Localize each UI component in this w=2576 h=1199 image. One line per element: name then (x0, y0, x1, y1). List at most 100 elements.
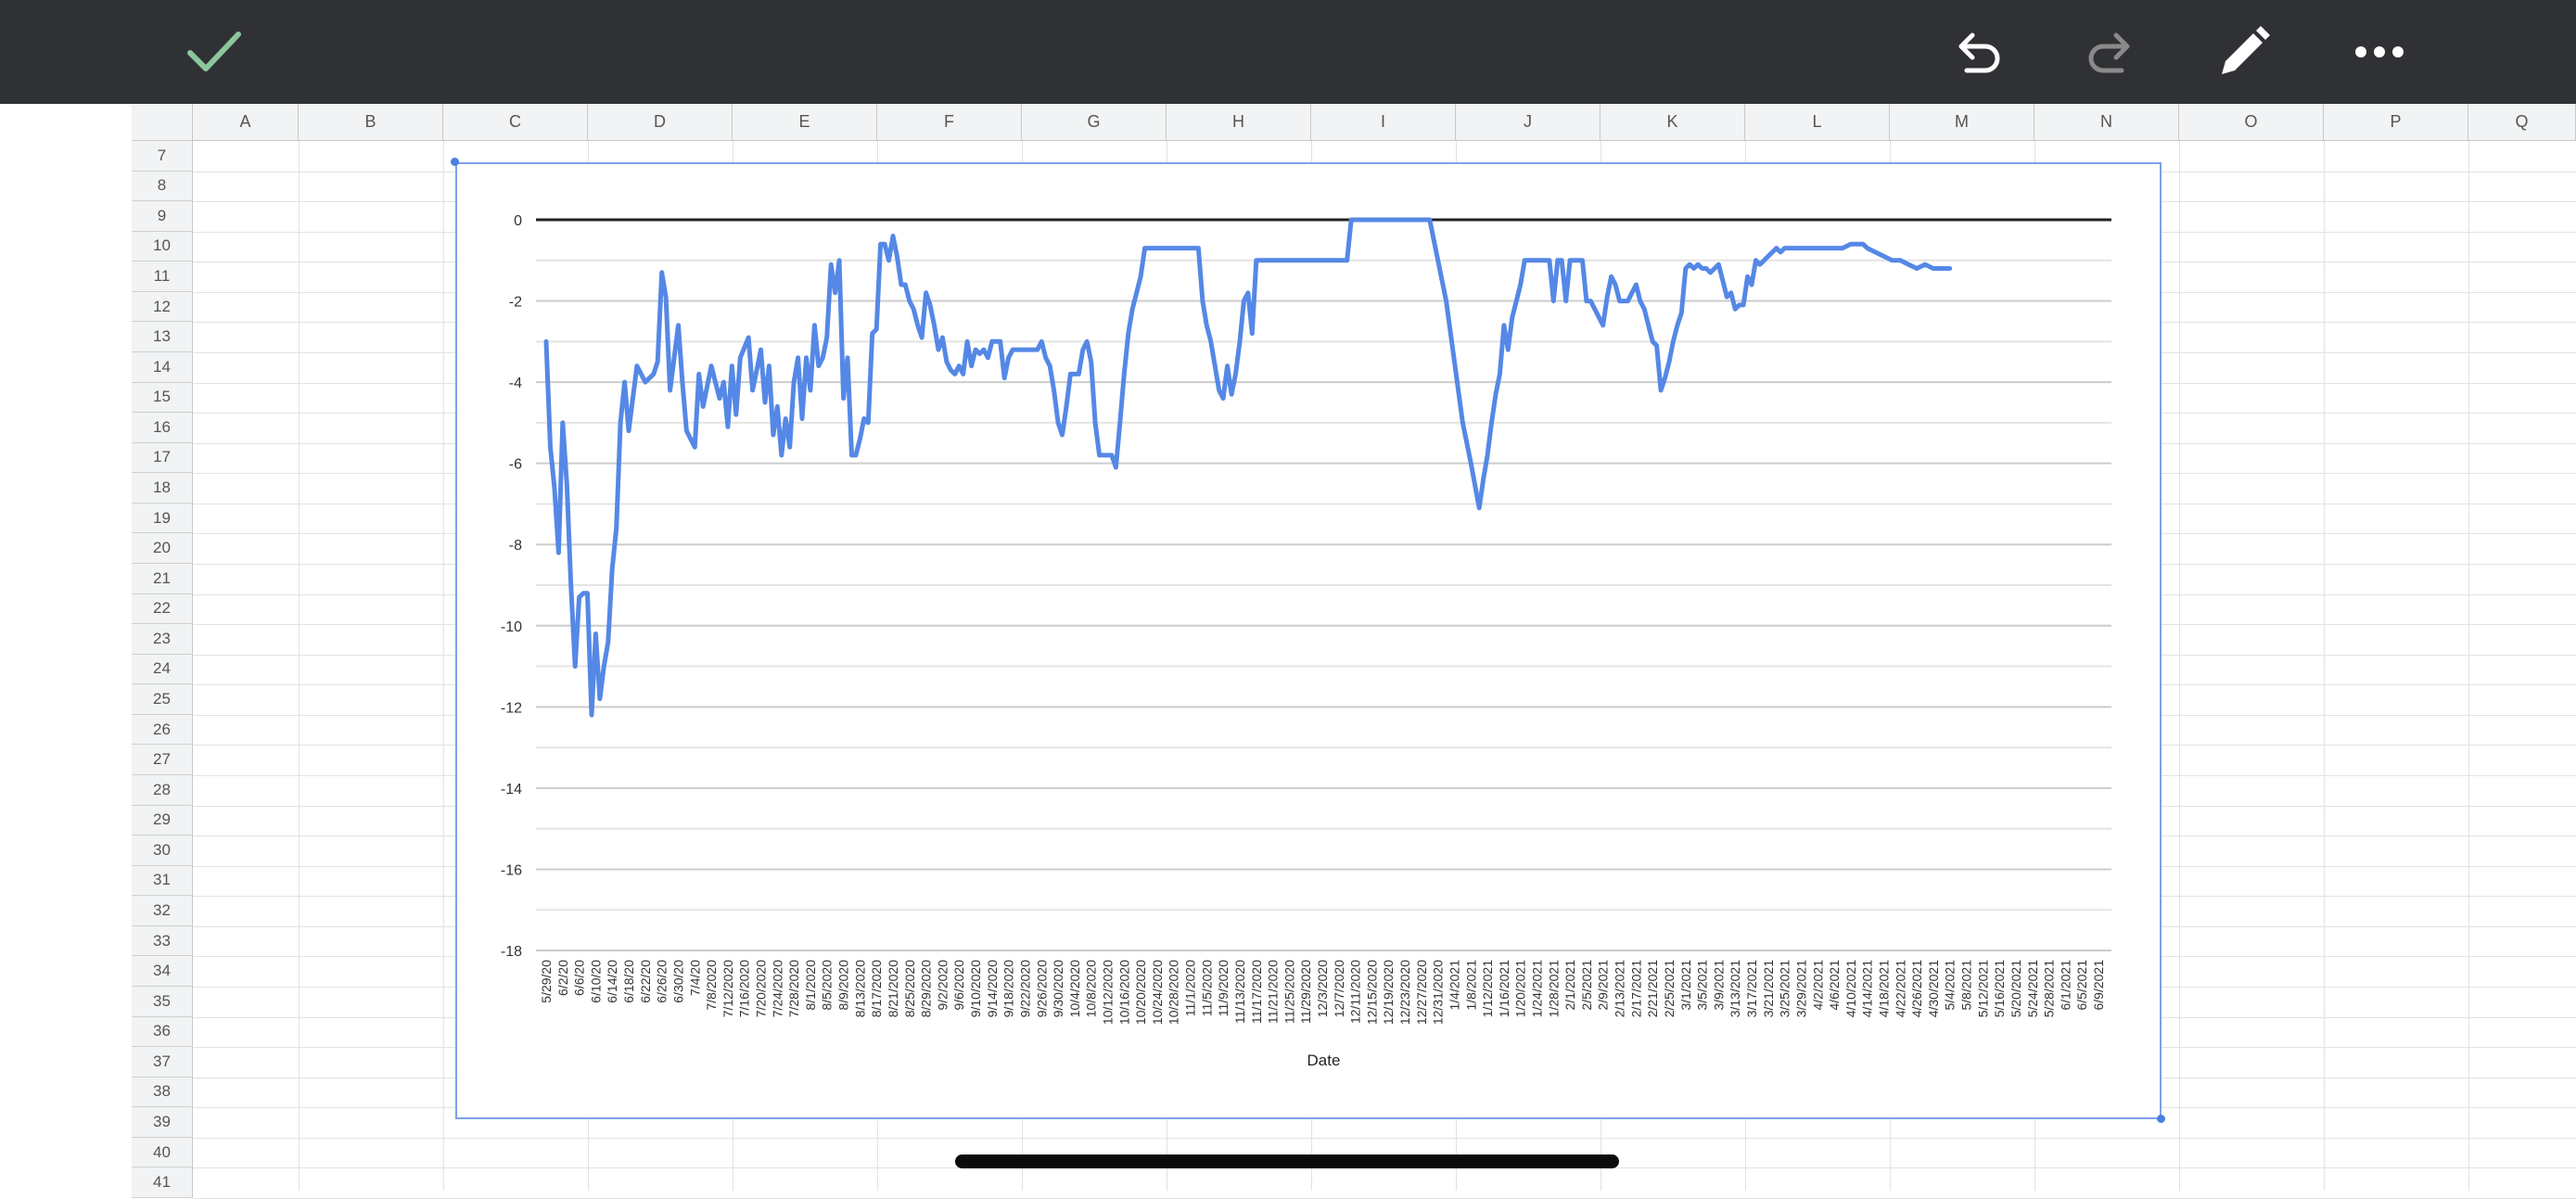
y-tick-label: -2 (509, 295, 522, 311)
row-header-21[interactable]: 21 (132, 563, 193, 594)
row-header-19[interactable]: 19 (132, 503, 193, 534)
x-tick-label: 11/29/2020 (1298, 960, 1313, 1024)
resize-handle-top-left[interactable] (451, 158, 459, 166)
row-header-38[interactable]: 38 (132, 1077, 193, 1108)
x-tick-label: 2/5/2021 (1579, 960, 1594, 1011)
x-tick-label: 7/20/2020 (754, 960, 769, 1017)
column-header-h[interactable]: H (1167, 104, 1311, 141)
row-header-28[interactable]: 28 (132, 774, 193, 806)
row-header-39[interactable]: 39 (132, 1107, 193, 1138)
x-tick-label: 10/24/2020 (1150, 960, 1165, 1025)
more-button[interactable] (2346, 19, 2413, 85)
x-tick-label: 9/6/2020 (951, 960, 966, 1011)
column-header-q[interactable]: Q (2468, 104, 2576, 141)
row-header-20[interactable]: 20 (132, 533, 193, 564)
column-header-b[interactable]: B (299, 104, 443, 141)
x-tick-label: 5/28/2021 (2042, 960, 2057, 1017)
x-tick-label: 8/9/2020 (836, 960, 851, 1011)
redo-button[interactable] (2077, 19, 2144, 85)
row-header-23[interactable]: 23 (132, 624, 193, 655)
row-header-35[interactable]: 35 (132, 986, 193, 1017)
column-header-f[interactable]: F (877, 104, 1022, 141)
y-tick-label: -12 (501, 700, 522, 716)
x-tick-label: 1/16/2021 (1497, 960, 1511, 1017)
x-tick-label: 10/4/2020 (1067, 960, 1082, 1017)
x-tick-label: 6/10/20 (588, 960, 603, 1003)
row-header-34[interactable]: 34 (132, 956, 193, 987)
x-tick-label: 1/4/2021 (1447, 960, 1461, 1011)
row-header-7[interactable]: 7 (132, 141, 193, 172)
x-tick-label: 4/26/2021 (1909, 960, 1924, 1017)
row-header-32[interactable]: 32 (132, 896, 193, 926)
column-header-n[interactable]: N (2034, 104, 2179, 141)
x-tick-label: 9/26/2020 (1034, 960, 1049, 1017)
column-header-p[interactable]: P (2324, 104, 2468, 141)
x-tick-label: 6/30/20 (670, 960, 685, 1003)
x-tick-label: 6/5/2021 (2074, 960, 2089, 1011)
x-tick-label: 9/22/2020 (1017, 960, 1032, 1017)
row-header-26[interactable]: 26 (132, 714, 193, 746)
row-header-14[interactable]: 14 (132, 351, 193, 383)
row-header-41[interactable]: 41 (132, 1167, 193, 1198)
row-header-16[interactable]: 16 (132, 413, 193, 443)
x-tick-label: 7/8/2020 (704, 960, 719, 1011)
column-header-d[interactable]: D (588, 104, 733, 141)
chart-object[interactable]: 0 -2 -4 -6 -8 -10 -12 -14 -16 -18 5/29/20 6/2/20 6/6… (455, 162, 2162, 1119)
column-header-k[interactable]: K (1600, 104, 1745, 141)
row-header-29[interactable]: 29 (132, 805, 193, 836)
row-header-9[interactable]: 9 (132, 201, 193, 232)
y-tick-label: -4 (509, 376, 522, 391)
x-tick-label: 6/18/20 (621, 960, 636, 1003)
x-tick-label: 3/9/2021 (1711, 960, 1726, 1011)
resize-handle-bottom-right[interactable] (2157, 1115, 2165, 1123)
x-tick-label: 8/1/2020 (803, 960, 818, 1011)
x-tick-label: 3/21/2021 (1761, 960, 1776, 1017)
row-header-40[interactable]: 40 (132, 1137, 193, 1168)
edit-button[interactable] (2211, 19, 2277, 85)
row-header-10[interactable]: 10 (132, 231, 193, 262)
column-header-i[interactable]: I (1311, 104, 1456, 141)
x-tick-label: 10/16/2020 (1116, 960, 1131, 1025)
undo-button[interactable] (1945, 19, 2011, 85)
column-header-g[interactable]: G (1022, 104, 1167, 141)
x-tick-label: 1/28/2021 (1546, 960, 1561, 1017)
column-header-e[interactable]: E (733, 104, 877, 141)
row-header-12[interactable]: 12 (132, 291, 193, 323)
x-tick-label: 9/10/2020 (968, 960, 983, 1017)
row-header-15[interactable]: 15 (132, 382, 193, 414)
confirm-button[interactable] (181, 19, 248, 85)
column-header-m[interactable]: M (1890, 104, 2034, 141)
row-header-36[interactable]: 36 (132, 1016, 193, 1048)
row-header-33[interactable]: 33 (132, 925, 193, 957)
column-header-c[interactable]: C (443, 104, 588, 141)
row-header-25[interactable]: 25 (132, 684, 193, 715)
more-icon (2355, 46, 2404, 57)
row-header-24[interactable]: 24 (132, 654, 193, 685)
x-tick-label: 3/5/2021 (1695, 960, 1710, 1011)
row-header-22[interactable]: 22 (132, 593, 193, 625)
row-header-31[interactable]: 31 (132, 865, 193, 897)
row-header-27[interactable]: 27 (132, 745, 193, 775)
x-tick-label: 7/24/2020 (770, 960, 784, 1017)
select-all-corner[interactable] (132, 104, 193, 141)
x-tick-label: 11/1/2020 (1183, 960, 1198, 1016)
row-header-17[interactable]: 17 (132, 442, 193, 474)
x-tick-label: 12/3/2020 (1315, 960, 1330, 1017)
row-header-11[interactable]: 11 (132, 261, 193, 292)
row-header-13[interactable]: 13 (132, 322, 193, 352)
x-tick-label: 7/28/2020 (786, 960, 801, 1017)
x-tick-label: 6/2/20 (555, 960, 570, 996)
row-header-30[interactable]: 30 (132, 835, 193, 866)
column-header-l[interactable]: L (1745, 104, 1890, 141)
row-header-8[interactable]: 8 (132, 171, 193, 202)
x-tick-label: 6/14/20 (605, 960, 619, 1003)
row-header-18[interactable]: 18 (132, 473, 193, 504)
column-header-o[interactable]: O (2179, 104, 2324, 141)
x-tick-label: 10/20/2020 (1133, 960, 1148, 1025)
column-header-a[interactable]: A (193, 104, 299, 141)
row-header-37[interactable]: 37 (132, 1047, 193, 1078)
x-tick-label: 6/1/2021 (2058, 960, 2072, 1011)
x-tick-label: 7/12/2020 (721, 960, 735, 1017)
x-tick-label: 3/25/2021 (1778, 960, 1792, 1017)
column-header-j[interactable]: J (1456, 104, 1600, 141)
